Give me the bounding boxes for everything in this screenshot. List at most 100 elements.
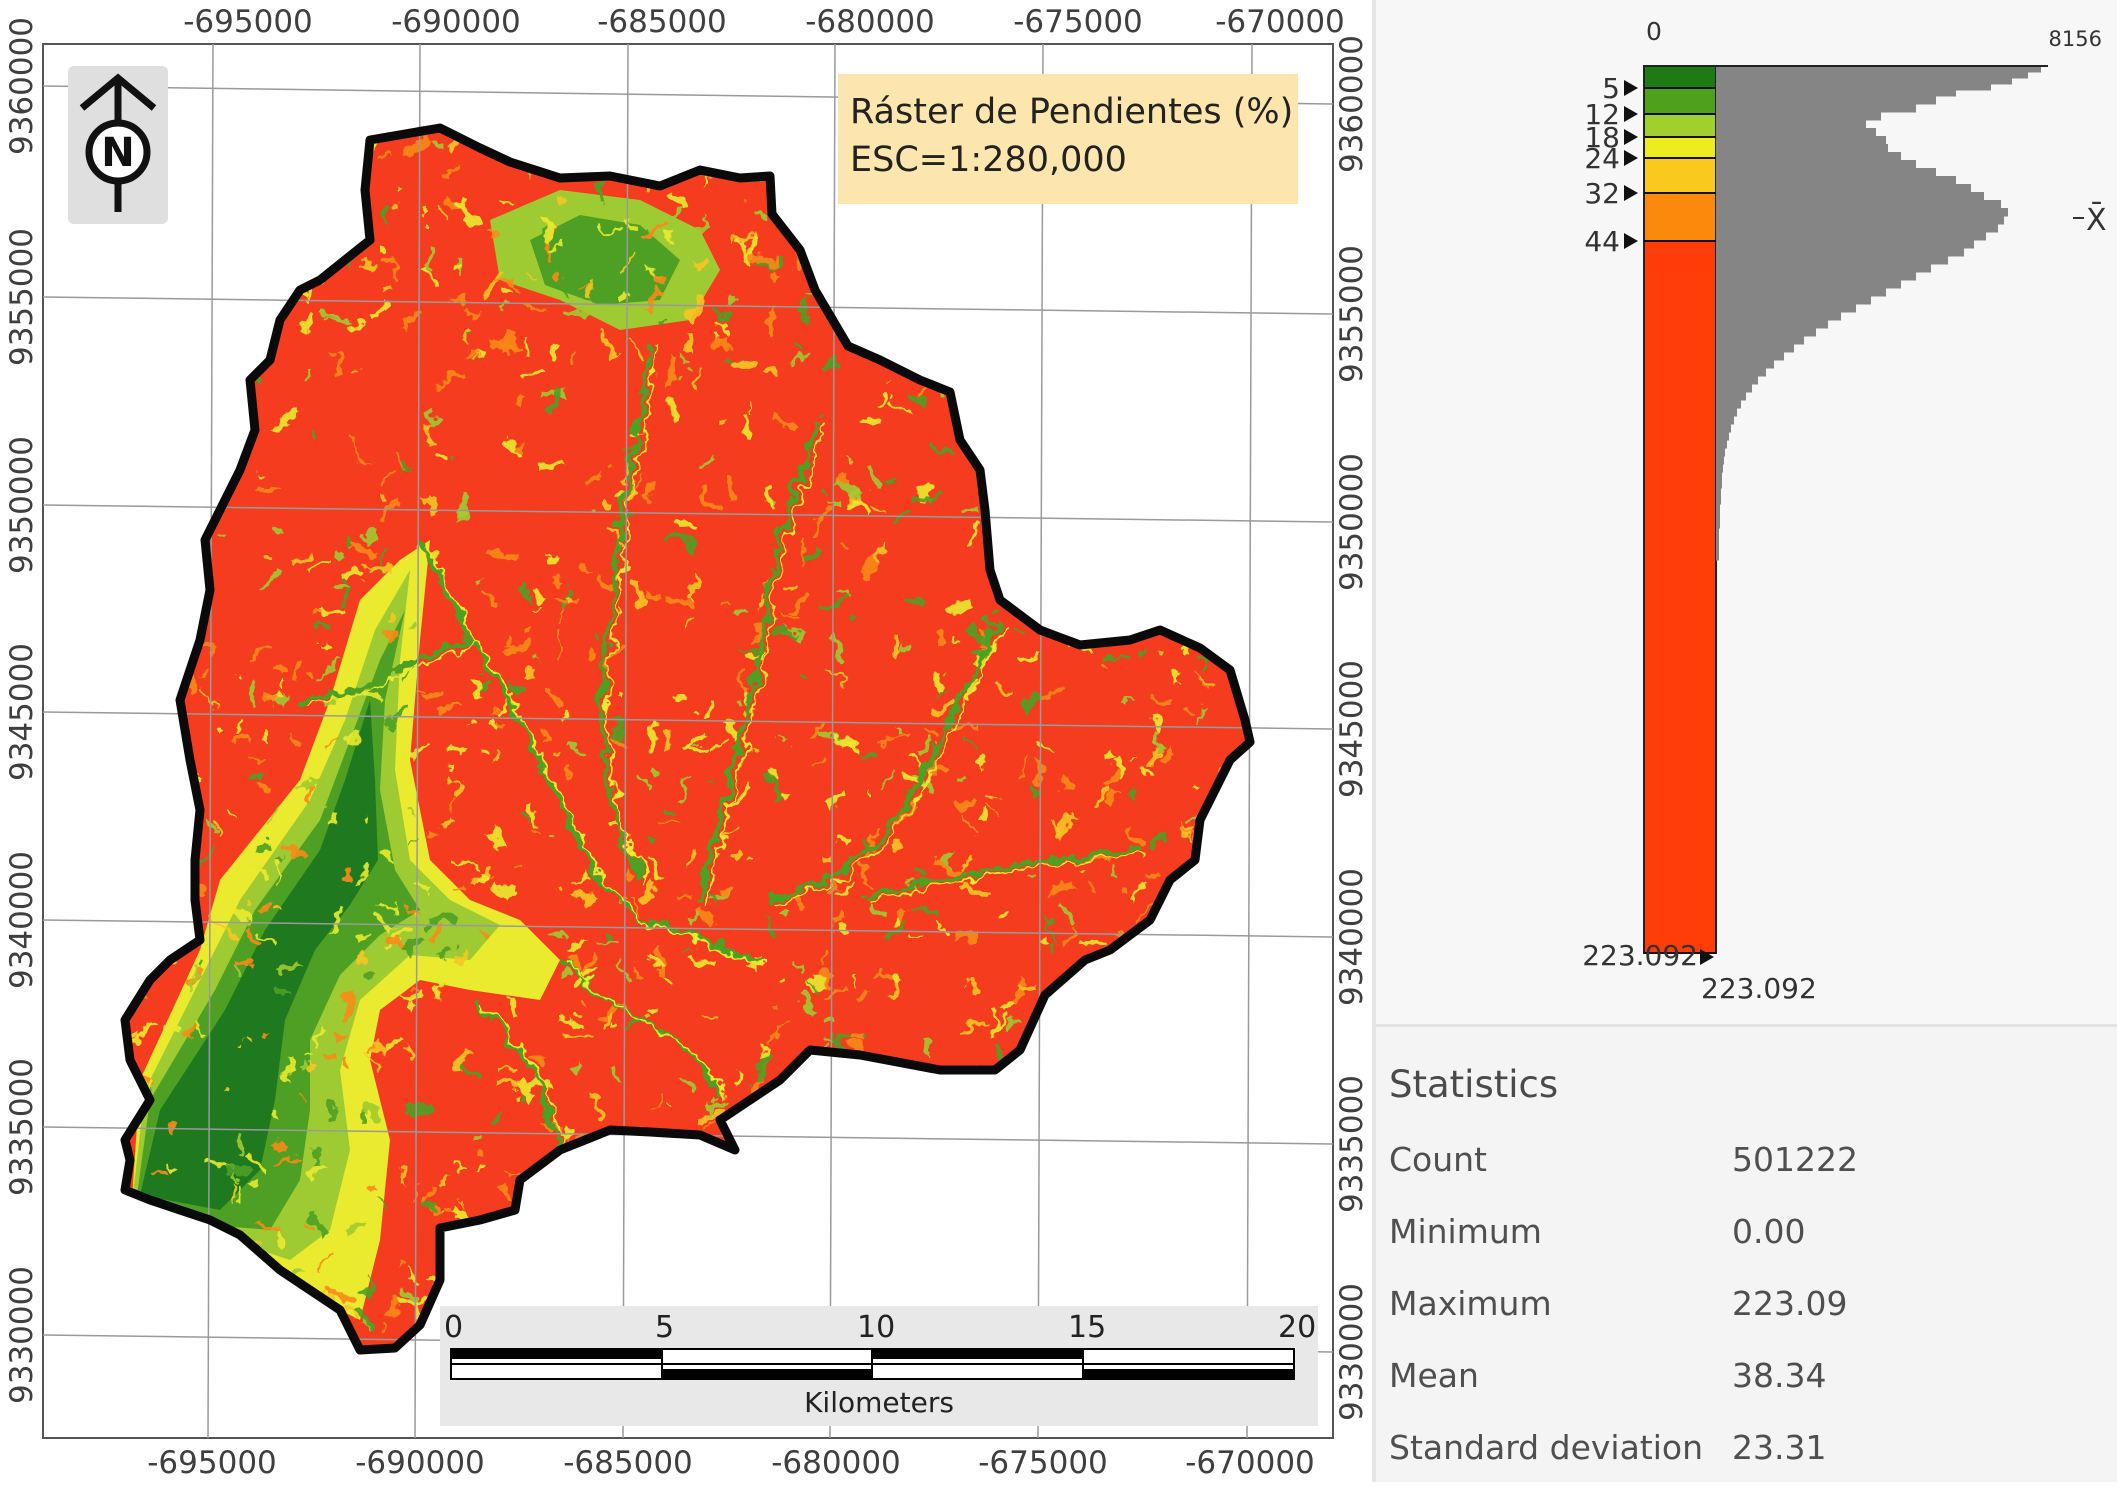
map-scale-text: ESC=1:280,000: [850, 140, 1127, 180]
stat-row-count: Count 501222: [1389, 1140, 2089, 1200]
map-canvas[interactable]: -695000 -690000 -685000 -680000 -675000 -6700…: [0, 0, 1372, 1482]
break-label[interactable]: 44: [1584, 225, 1620, 258]
break-arrow-icon[interactable]: [1624, 80, 1638, 96]
x-label-bottom: -690000: [355, 1445, 485, 1481]
x-label-bottom: -685000: [563, 1445, 693, 1481]
symbology-panel: 0 8156 5 12 18 24 32 44 X̄ 223.092 223.092 St…: [1376, 0, 2117, 1482]
histogram-bar: [1716, 256, 1948, 265]
histogram-bar: [1716, 280, 1901, 289]
y-label-right: 9360000: [1334, 35, 1370, 173]
stat-value: 23.31: [1732, 1428, 1827, 1467]
y-label-left: 9335000: [4, 1058, 40, 1196]
stat-row-mean: Mean 38.34: [1389, 1356, 2089, 1416]
histogram-bar: [1716, 296, 1871, 305]
histogram-bar: [1716, 488, 1721, 505]
class-color-bar: [1643, 65, 1717, 954]
x-label-top: -670000: [1215, 4, 1345, 40]
map-title-box: Ráster de Pendientes (%) ESC=1:280,000: [838, 74, 1298, 204]
histogram-bars: [1716, 65, 2048, 561]
stat-value: 501222: [1732, 1140, 1858, 1179]
x-label-bottom: -695000: [147, 1445, 277, 1481]
y-label-right: 9350000: [1334, 453, 1370, 591]
histogram-bar: [1716, 248, 1964, 257]
x-label-bottom: -680000: [771, 1445, 901, 1481]
histogram-bar: [1716, 328, 1816, 337]
scalebar-units: Kilometers: [804, 1386, 954, 1419]
break-label[interactable]: 24: [1584, 142, 1620, 175]
north-arrow: N: [68, 66, 168, 224]
y-label-left: 9355000: [4, 228, 40, 366]
scalebar-tick-20: 20: [1278, 1310, 1317, 1345]
class-color-band[interactable]: [1644, 193, 1716, 241]
stat-value: 223.09: [1732, 1284, 1848, 1323]
y-coordinate-labels-left: 9360000 9355000 9350000 9345000 9340000 93350…: [4, 17, 40, 1404]
class-color-band[interactable]: [1644, 66, 1716, 88]
y-label-right: 9335000: [1334, 1075, 1370, 1213]
histogram-axis-max: 8156: [2049, 27, 2102, 51]
scalebar-tick-0: 0: [444, 1310, 464, 1345]
histogram-bar: [1716, 208, 2008, 217]
bottom-value-label: 223.092: [1701, 972, 1817, 1005]
class-color-band[interactable]: [1644, 241, 1716, 953]
x-label-bottom: -670000: [1185, 1445, 1315, 1481]
histogram-bar: [1716, 176, 1956, 185]
break-arrow-icon[interactable]: [1624, 233, 1638, 249]
stat-label: Maximum: [1389, 1284, 1552, 1323]
stat-label: Count: [1389, 1140, 1488, 1179]
class-color-band[interactable]: [1644, 114, 1716, 137]
histogram-bar: [1716, 152, 1901, 161]
histogram-bar: [1716, 416, 1734, 425]
x-coordinate-labels-bottom: -695000 -690000 -685000 -680000 -675000 -6700…: [147, 1445, 1315, 1481]
histogram-bar: [1716, 392, 1746, 401]
histogram-bar: [1716, 192, 1984, 201]
histogram-bar: [1716, 320, 1828, 329]
y-label-left: 9345000: [4, 643, 40, 781]
histogram-bar: [1716, 136, 1886, 145]
histogram-bar: [1716, 464, 1723, 473]
statistics-panel: Statistics Count 501222 Minimum 0.00 Max…: [1376, 1027, 2117, 1482]
histogram-bar: [1716, 440, 1727, 449]
x-label-top: -685000: [597, 4, 727, 40]
break-label[interactable]: 32: [1584, 177, 1620, 210]
histogram-bar: [1716, 408, 1737, 417]
histogram-bar: [1716, 504, 1720, 529]
class-color-band[interactable]: [1644, 88, 1716, 114]
class-color-band[interactable]: [1644, 137, 1716, 158]
histogram-bar: [1716, 472, 1722, 489]
histogram-bar: [1716, 368, 1766, 377]
stat-row-maximum: Maximum 223.09: [1389, 1284, 2089, 1344]
histogram-bar: [1716, 184, 1971, 193]
north-letter: N: [101, 130, 134, 176]
scalebar-tick-15: 15: [1068, 1310, 1107, 1345]
histogram-bar: [1716, 96, 1936, 105]
histogram-bar: [1716, 528, 1719, 561]
histogram-bar: [1716, 336, 1804, 345]
histogram-bar: [1716, 400, 1741, 409]
histogram-bar: [1716, 240, 1974, 249]
break-arrow-icon[interactable]: [1624, 150, 1638, 166]
break-arrow-icon[interactable]: [1624, 129, 1638, 145]
y-label-left: 9330000: [4, 1266, 40, 1404]
histogram-bar: [1716, 72, 2028, 79]
stat-row-standard-deviation: Standard deviation 23.31: [1389, 1428, 2089, 1488]
scale-bar: 0 5 10 15 20 Kilometers: [440, 1306, 1318, 1426]
histogram-canvas: 0 8156 51218243244 X̄ 223.092 223.092: [1582, 17, 2106, 1005]
histogram-bar: [1716, 448, 1725, 457]
stat-label: Minimum: [1389, 1212, 1542, 1251]
break-arrow-icon[interactable]: [1624, 185, 1638, 201]
x-coordinate-labels-top: -695000 -690000 -685000 -680000 -675000 -6700…: [183, 4, 1345, 40]
x-label-top: -695000: [183, 4, 313, 40]
break-arrow-icon[interactable]: [1624, 106, 1638, 122]
y-label-right: 9340000: [1334, 868, 1370, 1006]
stat-label: Mean: [1389, 1356, 1479, 1395]
y-coordinate-labels-right: 9360000 9355000 9350000 9345000 9340000 93350…: [1334, 35, 1370, 1421]
y-label-right: 9355000: [1334, 245, 1370, 383]
histogram-bar: [1716, 90, 1956, 97]
histogram-bar: [1716, 160, 1916, 169]
scalebar-tick-10: 10: [857, 1310, 896, 1345]
bottom-break-label[interactable]: 223.092: [1582, 939, 1698, 972]
class-color-band[interactable]: [1644, 158, 1716, 193]
histogram-bar: [1716, 144, 1888, 153]
histogram-axis-min: 0: [1646, 17, 1662, 46]
stat-label: Standard deviation: [1389, 1428, 1703, 1467]
